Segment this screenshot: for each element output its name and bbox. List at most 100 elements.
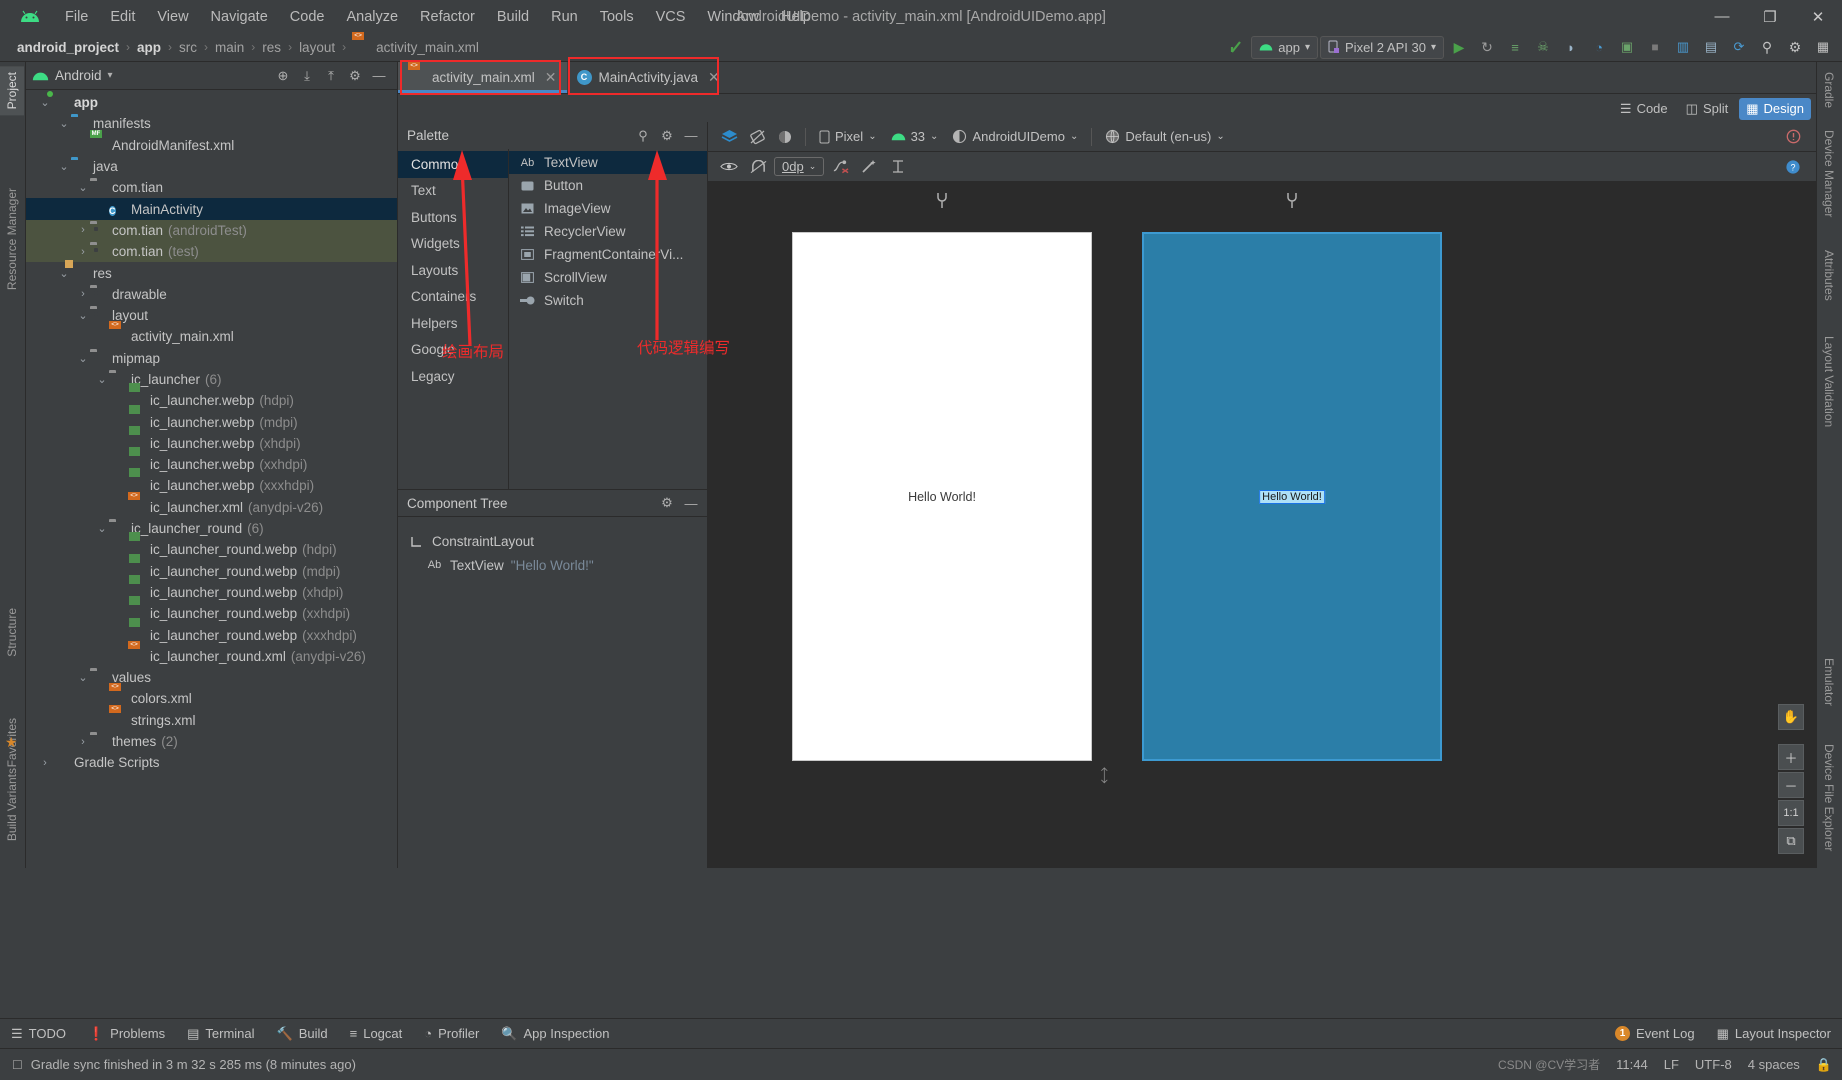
chevron-right-icon[interactable]: › — [76, 736, 90, 748]
preview-hello-text[interactable]: Hello World! — [908, 490, 976, 504]
chevron-down-icon[interactable]: ⌄ — [76, 181, 90, 194]
design-toolbar-row2[interactable]: 0dp ⌄ ? — [708, 152, 1816, 182]
gear-icon[interactable]: ⚙ — [655, 125, 679, 147]
tree-node-ic-launcher-webp[interactable]: ic_launcher.webp (xxxhdpi) — [26, 475, 397, 496]
tab-activity-main-xml[interactable]: activity_main.xml ✕ — [398, 62, 567, 93]
tree-node-res[interactable]: ⌄ res — [26, 262, 397, 283]
search-icon[interactable]: ⚲ — [631, 125, 655, 147]
palette-category-legacy[interactable]: Legacy — [398, 363, 508, 390]
zoom-controls[interactable]: ✋ ＋ － 1:1 ⧉ — [1778, 704, 1804, 854]
debug-button[interactable]: ☠ — [1530, 36, 1556, 59]
breadcrumb-item-1[interactable]: app — [134, 39, 164, 56]
chevron-down-icon[interactable]: ⌄ — [76, 309, 90, 322]
tree-node-com-tian[interactable]: ⌄ com.tian — [26, 177, 397, 198]
editor-tab-bar[interactable]: activity_main.xml ✕ C MainActivity.java … — [398, 62, 1816, 94]
api-selector[interactable]: 33 ⌄ — [885, 127, 945, 146]
tree-node-ic-launcher-webp[interactable]: ic_launcher.webp (xxhdpi) — [26, 454, 397, 475]
tree-node-mipmap[interactable]: ⌄ mipmap — [26, 348, 397, 369]
eye-icon[interactable] — [716, 156, 742, 178]
breadcrumb-item-6[interactable]: activity_main.xml — [373, 39, 482, 56]
tree-node-ic-launcher-round-webp[interactable]: ic_launcher_round.webp (mdpi) — [26, 561, 397, 582]
menu-item-view[interactable]: View — [146, 6, 199, 28]
tree-node-com-tian[interactable]: › com.tian (androidTest) — [26, 219, 397, 242]
tree-node-manifests[interactable]: ⌄ manifests — [26, 113, 397, 134]
sidebar-item-structure[interactable]: Structure — [0, 602, 24, 663]
stop-button[interactable]: ■ — [1642, 36, 1668, 59]
chevron-down-icon[interactable]: ▾ — [108, 70, 113, 81]
palette-category-buttons[interactable]: Buttons — [398, 204, 508, 231]
tree-node-colors-xml[interactable]: colors.xml — [26, 688, 397, 709]
sidebar-item-layout-validation[interactable]: Layout Validation — [1817, 330, 1841, 433]
menu-item-code[interactable]: Code — [279, 6, 336, 28]
close-button[interactable]: ✕ — [1794, 0, 1842, 33]
pin-icon[interactable] — [936, 192, 949, 209]
tree-node-mainactivity[interactable]: C MainActivity — [26, 198, 397, 220]
tree-node-androidmanifest-xml[interactable]: AndroidManifest.xml — [26, 135, 397, 156]
menu-item-navigate[interactable]: Navigate — [200, 6, 279, 28]
tree-node-ic-launcher[interactable]: ⌄ ic_launcher (6) — [26, 369, 397, 390]
breadcrumb[interactable]: android_project › app › src › main › res… — [14, 39, 482, 56]
minimize-button[interactable]: — — [1698, 0, 1746, 33]
minus-icon[interactable]: — — [679, 125, 703, 147]
guidelines-icon[interactable] — [885, 156, 911, 178]
profiler-button[interactable]: ◔ — [1586, 36, 1612, 59]
palette-category-containers[interactable]: Containers — [398, 284, 508, 311]
tab-main-activity-java[interactable]: C MainActivity.java ✕ — [566, 62, 730, 93]
tree-node-ic-launcher-webp[interactable]: ic_launcher.webp (xhdpi) — [26, 433, 397, 454]
design-toolbar-row1[interactable]: Pixel ⌄ 33 ⌄ AndroidUIDemo ⌄ Default (en… — [708, 122, 1816, 152]
tree-node-themes[interactable]: › themes (2) — [26, 731, 397, 752]
sync-gradle-button[interactable]: ⟳ — [1726, 36, 1752, 59]
status-line-separator[interactable]: LF — [1664, 1057, 1679, 1072]
theme-button[interactable] — [772, 126, 798, 148]
chevron-down-icon[interactable]: ⌄ — [95, 373, 109, 386]
menu-item-analyze[interactable]: Analyze — [335, 6, 409, 28]
tree-node-values[interactable]: ⌄ values — [26, 667, 397, 688]
breadcrumb-item-5[interactable]: layout — [296, 39, 338, 56]
clear-constraints-icon[interactable] — [827, 156, 853, 178]
menu-item-run[interactable]: Run — [540, 6, 589, 28]
breadcrumb-item-3[interactable]: main — [212, 39, 247, 56]
tree-node-activity-main-xml[interactable]: activity_main.xml — [26, 326, 397, 347]
theme-selector[interactable]: AndroidUIDemo ⌄ — [946, 127, 1084, 146]
palette-category-list[interactable]: Common Text Buttons Widgets Layouts Container… — [398, 149, 509, 489]
component-tree-row-constraintlayout[interactable]: ConstraintLayout — [408, 529, 707, 553]
select-opened-file-button[interactable]: ⊕ — [271, 65, 295, 87]
palette-item-list[interactable]: Ab TextView Button ImageView RecyclerView Fra… — [509, 149, 707, 489]
maximize-button[interactable]: ❐ — [1746, 0, 1794, 33]
tree-node-ic-launcher-round[interactable]: ⌄ ic_launcher_round (6) — [26, 518, 397, 539]
help-icon[interactable]: ? — [1780, 156, 1806, 178]
palette-category-layouts[interactable]: Layouts — [398, 257, 508, 284]
orientation-button[interactable] — [744, 126, 770, 148]
design-preview[interactable]: Hello World! — [792, 232, 1092, 761]
menu-item-tools[interactable]: Tools — [589, 6, 645, 28]
tree-node-drawable[interactable]: › drawable — [26, 284, 397, 305]
blueprint-preview-wrapper[interactable]: Hello World! — [1142, 193, 1442, 761]
magic-wand-icon[interactable] — [856, 156, 882, 178]
design-preview-wrapper[interactable]: Hello World! ⤡ — [792, 193, 1114, 786]
palette-item-recyclerview[interactable]: RecyclerView — [509, 220, 707, 243]
menu-bar[interactable]: File Edit View Navigate Code Analyze Ref… — [54, 6, 822, 28]
panel-settings-button[interactable]: ⚙ — [343, 65, 367, 87]
sidebar-item-project[interactable]: Project — [0, 66, 24, 116]
zoom-actual-size-button[interactable]: 1:1 — [1778, 800, 1804, 826]
chevron-down-icon[interactable]: ⌄ — [76, 671, 90, 684]
sidebar-item-device-file-explorer[interactable]: Device File Explorer — [1817, 738, 1841, 857]
menu-item-refactor[interactable]: Refactor — [409, 6, 486, 28]
tree-node-ic-launcher-round-webp[interactable]: ic_launcher_round.webp (hdpi) — [26, 539, 397, 560]
tree-node-ic-launcher-round-webp[interactable]: ic_launcher_round.webp (xxxhdpi) — [26, 624, 397, 645]
tree-node-com-tian[interactable]: › com.tian (test) — [26, 241, 397, 263]
pin-icon[interactable] — [1286, 192, 1299, 209]
sidebar-item-build-variants[interactable]: Build Variants — [0, 762, 24, 847]
menu-item-file[interactable]: File — [54, 6, 99, 28]
magnet-off-icon[interactable] — [745, 156, 771, 178]
locale-selector[interactable]: Default (en-us) ⌄ — [1099, 127, 1230, 146]
zoom-in-button[interactable]: ＋ — [1778, 744, 1804, 770]
layout-canvas[interactable]: Hello World! ⤡ Hello World! ✋ ＋ － 1:1 ⧉ — [708, 182, 1816, 868]
chevron-down-icon[interactable]: ⌄ — [95, 522, 109, 535]
tree-node-app[interactable]: ⌄ app — [26, 92, 397, 113]
tool-window-build[interactable]: 🔨 Build — [266, 1019, 339, 1049]
palette-category-text[interactable]: Text — [398, 178, 508, 205]
right-tool-strip[interactable]: Gradle Device Manager Attributes Layout … — [1816, 62, 1842, 868]
close-icon[interactable]: ✕ — [708, 69, 720, 86]
minus-icon[interactable]: — — [679, 492, 703, 514]
